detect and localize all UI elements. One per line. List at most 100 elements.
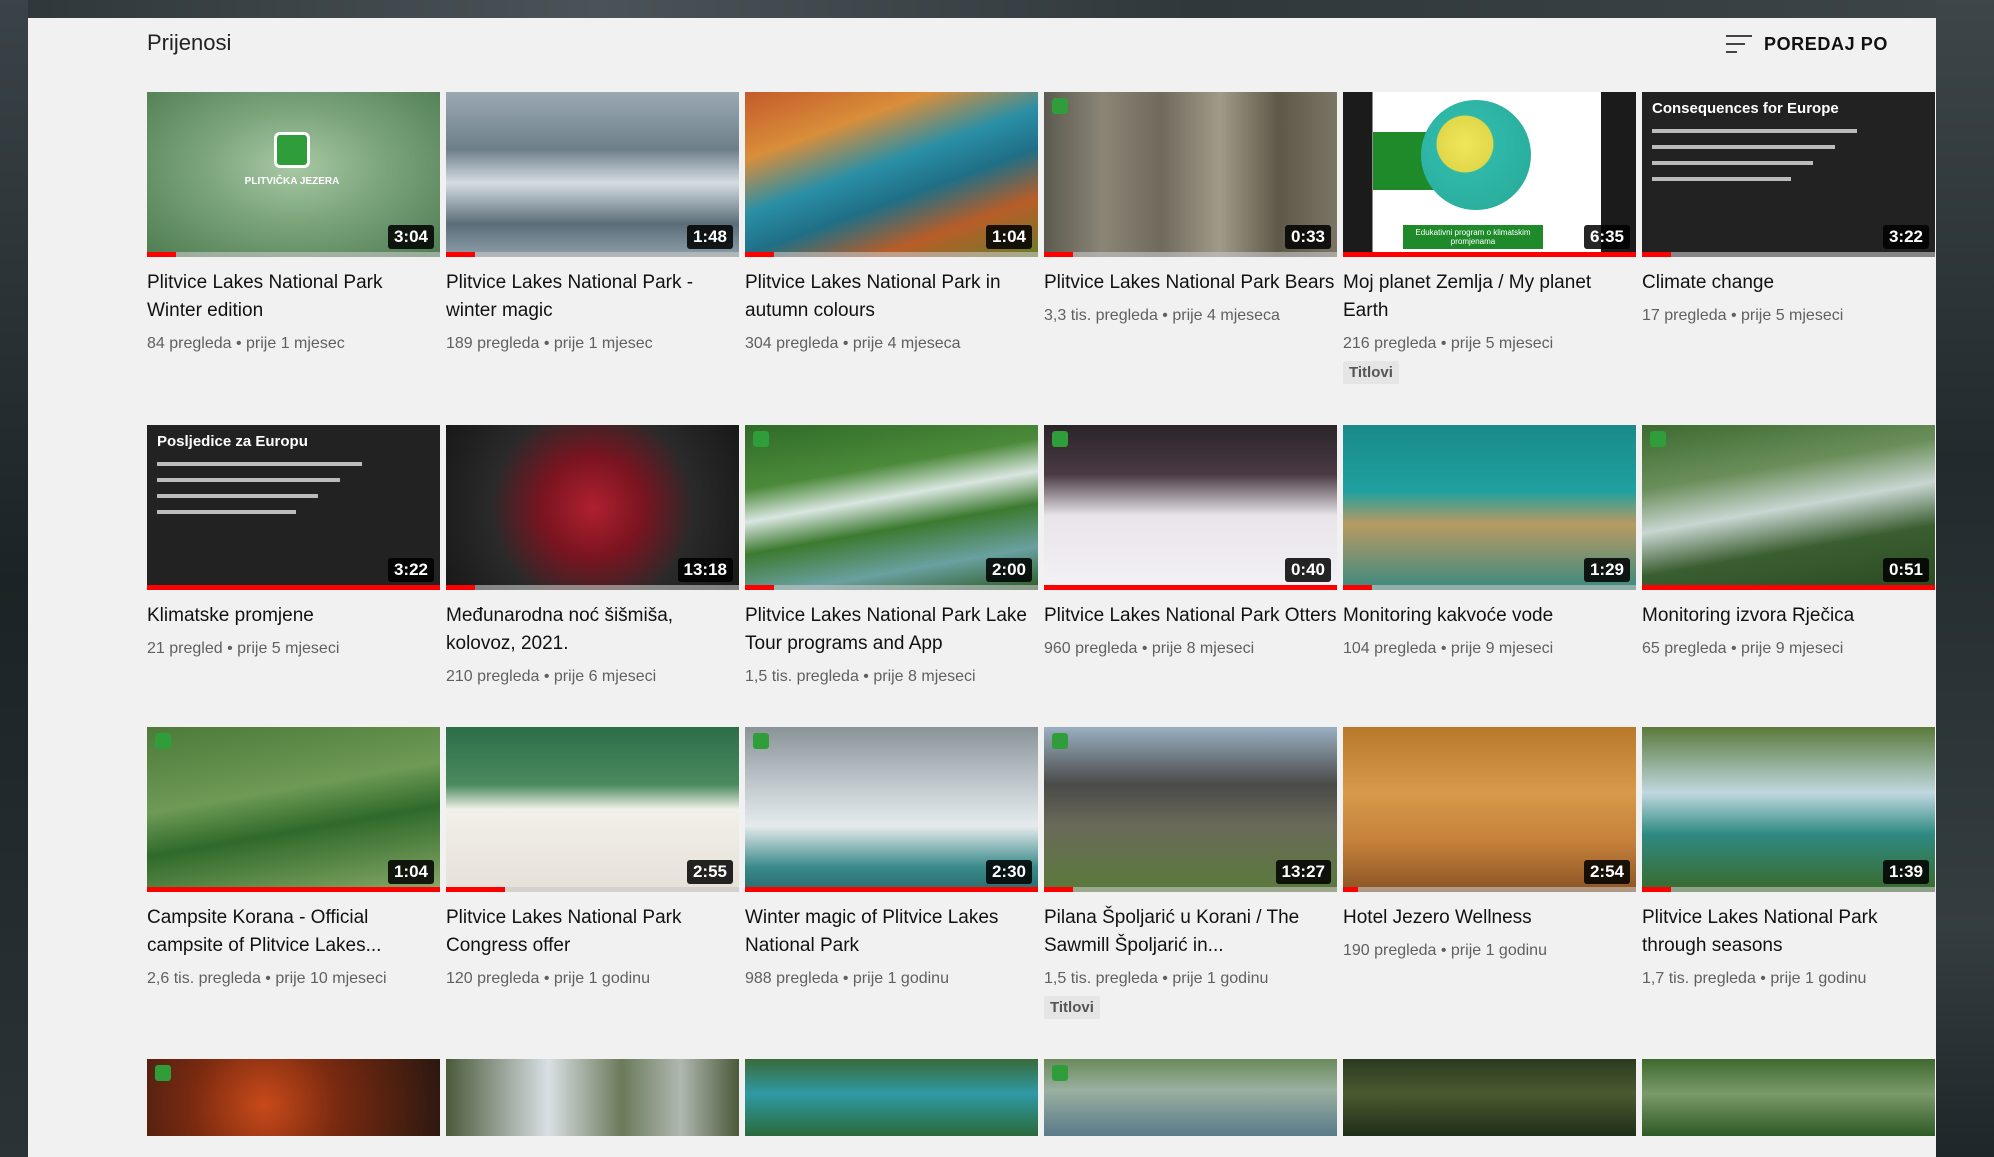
slide-text-line xyxy=(157,494,319,498)
watch-progress-track xyxy=(1044,887,1337,892)
video-card[interactable]: 0:40 Plitvice Lakes National Park Otters 9… xyxy=(1044,425,1337,727)
video-thumbnail[interactable]: 0:40 xyxy=(1044,425,1337,590)
video-card[interactable]: 2:55 Plitvice Lakes National Park Congres… xyxy=(446,727,739,1059)
video-card[interactable] xyxy=(745,1059,1038,1157)
video-title[interactable]: Pilana Špoljarić u Korani / The Sawmill … xyxy=(1044,904,1337,960)
video-metadata: 216 pregleda • prije 5 mjeseci xyxy=(1343,335,1554,352)
video-thumbnail[interactable]: 13:27 xyxy=(1044,727,1337,892)
video-thumbnail[interactable]: 1:29 xyxy=(1343,425,1636,590)
video-card[interactable]: 0:51 Monitoring izvora Rječica 65 pregleda… xyxy=(1642,425,1935,727)
video-title[interactable]: Climate change xyxy=(1642,269,1935,297)
video-title[interactable]: Plitvice Lakes National Park through sea… xyxy=(1642,904,1935,960)
thumbnail-image xyxy=(745,1059,1038,1136)
video-thumbnail[interactable]: 0:51 xyxy=(1642,425,1935,590)
video-thumbnail[interactable] xyxy=(1044,1059,1337,1136)
watch-progress-track xyxy=(745,252,1038,257)
video-thumbnail[interactable]: PLITVIČKA JEZERA 3:04 xyxy=(147,92,440,257)
video-metadata: 189 pregleda • prije 1 mjesec xyxy=(446,335,653,352)
video-title[interactable]: Međunarodna noć šišmiša, kolovoz, 2021. xyxy=(446,602,739,658)
video-thumbnail[interactable]: Posljedice za Europu 3:22 xyxy=(147,425,440,590)
video-thumbnail[interactable]: 13:18 xyxy=(446,425,739,590)
video-metadata: 3,3 tis. pregleda • prije 4 mjeseca xyxy=(1044,307,1280,324)
video-card[interactable]: 13:18 Međunarodna noć šišmiša, kolovoz, 2… xyxy=(446,425,739,727)
video-duration: 3:22 xyxy=(1882,225,1929,249)
video-card[interactable]: Posljedice za Europu 3:22 Klimatske promje… xyxy=(147,425,440,727)
watch-progress-track xyxy=(147,252,440,257)
video-card[interactable]: 1:48 Plitvice Lakes National Park - winte… xyxy=(446,92,739,425)
video-card[interactable] xyxy=(1044,1059,1337,1157)
video-card[interactable]: 1:04 Campsite Korana - Official campsite … xyxy=(147,727,440,1059)
video-duration: 0:51 xyxy=(1882,558,1929,582)
video-card[interactable]: 0:33 Plitvice Lakes National Park Bears 3,… xyxy=(1044,92,1337,425)
watch-progress-fill xyxy=(1343,252,1636,257)
video-title[interactable]: Plitvice Lakes National Park Congress of… xyxy=(446,904,739,960)
video-title[interactable]: Moj planet Zemlja / My planet Earth xyxy=(1343,269,1636,325)
video-title[interactable]: Monitoring kakvoće vode xyxy=(1343,602,1636,630)
video-card[interactable] xyxy=(1343,1059,1636,1157)
park-logo-icon xyxy=(274,132,310,168)
video-thumbnail[interactable]: Consequences for Europe 3:22 xyxy=(1642,92,1935,257)
video-thumbnail[interactable]: 2:00 xyxy=(745,425,1038,590)
video-title[interactable]: Klimatske promjene xyxy=(147,602,440,630)
video-card[interactable]: PLITVIČKA JEZERA 3:04 Plitvice Lakes Natio… xyxy=(147,92,440,425)
video-title[interactable]: Campsite Korana - Official campsite of P… xyxy=(147,904,440,960)
video-thumbnail[interactable]: Edukativni program o klimatskim promjena… xyxy=(1343,92,1636,257)
video-card[interactable] xyxy=(147,1059,440,1157)
video-metadata: 2,6 tis. pregleda • prije 10 mjeseci xyxy=(147,970,387,987)
video-thumbnail[interactable] xyxy=(147,1059,440,1136)
watch-progress-fill xyxy=(1044,887,1074,892)
watch-progress-fill xyxy=(1343,585,1373,590)
video-duration: 3:04 xyxy=(387,225,434,249)
video-card[interactable]: 2:30 Winter magic of Plitvice Lakes Natio… xyxy=(745,727,1038,1059)
video-card[interactable]: Consequences for Europe 3:22 Climate chang… xyxy=(1642,92,1935,425)
section-header: Prijenosi POREDAJ PO xyxy=(28,18,1936,78)
video-card[interactable]: 1:04 Plitvice Lakes National Park in autu… xyxy=(745,92,1038,425)
slide-title: Posljedice za Europu xyxy=(157,433,308,450)
video-metadata: 120 pregleda • prije 1 godinu xyxy=(446,970,650,987)
video-thumbnail[interactable]: 1:39 xyxy=(1642,727,1935,892)
watch-progress-fill xyxy=(446,585,476,590)
video-title[interactable]: Plitvice Lakes National Park in autumn c… xyxy=(745,269,1038,325)
channel-watermark-icon xyxy=(1052,98,1068,114)
watch-progress-fill xyxy=(1642,252,1672,257)
video-title[interactable]: Winter magic of Plitvice Lakes National … xyxy=(745,904,1038,960)
video-thumbnail[interactable]: 1:04 xyxy=(745,92,1038,257)
video-title[interactable]: Plitvice Lakes National Park Lake Tour p… xyxy=(745,602,1038,658)
video-thumbnail[interactable]: 2:54 xyxy=(1343,727,1636,892)
video-thumbnail[interactable]: 0:33 xyxy=(1044,92,1337,257)
video-card[interactable] xyxy=(1642,1059,1935,1157)
video-card[interactable]: 1:39 Plitvice Lakes National Park through… xyxy=(1642,727,1935,1059)
video-duration: 1:04 xyxy=(985,225,1032,249)
video-metadata: 1,5 tis. pregleda • prije 1 godinu xyxy=(1044,970,1269,987)
video-metadata: 104 pregleda • prije 9 mjeseci xyxy=(1343,640,1554,657)
slide-text-line xyxy=(157,462,362,466)
sort-button[interactable]: POREDAJ PO xyxy=(1725,28,1888,60)
video-metadata: 21 pregled • prije 5 mjeseci xyxy=(147,640,340,657)
video-thumbnail[interactable] xyxy=(1642,1059,1935,1136)
video-thumbnail[interactable]: 1:04 xyxy=(147,727,440,892)
video-card[interactable]: 2:54 Hotel Jezero Wellness 190 pregleda • … xyxy=(1343,727,1636,1059)
video-card[interactable]: 2:00 Plitvice Lakes National Park Lake To… xyxy=(745,425,1038,727)
video-title[interactable]: Plitvice Lakes National Park Otters xyxy=(1044,602,1337,630)
subtitles-badge: Titlovi xyxy=(1343,361,1399,384)
video-card[interactable] xyxy=(446,1059,739,1157)
video-title[interactable]: Hotel Jezero Wellness xyxy=(1343,904,1636,932)
watch-progress-track xyxy=(1642,252,1935,257)
video-thumbnail[interactable] xyxy=(446,1059,739,1136)
watch-progress-track xyxy=(446,585,739,590)
video-card[interactable]: 13:27 Pilana Špoljarić u Korani / The Saw… xyxy=(1044,727,1337,1059)
video-thumbnail[interactable]: 1:48 xyxy=(446,92,739,257)
video-thumbnail[interactable] xyxy=(745,1059,1038,1136)
watch-progress-track xyxy=(1343,585,1636,590)
uploads-panel: Prijenosi POREDAJ PO PLITVIČKA JEZERA 3:0… xyxy=(28,18,1936,1157)
video-thumbnail[interactable]: 2:55 xyxy=(446,727,739,892)
video-thumbnail[interactable]: 2:30 xyxy=(745,727,1038,892)
video-title[interactable]: Plitvice Lakes National Park Winter edit… xyxy=(147,269,440,325)
video-thumbnail[interactable] xyxy=(1343,1059,1636,1136)
video-duration: 13:18 xyxy=(677,558,733,582)
video-card[interactable]: Edukativni program o klimatskim promjena… xyxy=(1343,92,1636,425)
video-title[interactable]: Plitvice Lakes National Park Bears xyxy=(1044,269,1337,297)
video-title[interactable]: Monitoring izvora Rječica xyxy=(1642,602,1935,630)
video-title[interactable]: Plitvice Lakes National Park - winter ma… xyxy=(446,269,739,325)
video-card[interactable]: 1:29 Monitoring kakvoće vode 104 pregleda … xyxy=(1343,425,1636,727)
